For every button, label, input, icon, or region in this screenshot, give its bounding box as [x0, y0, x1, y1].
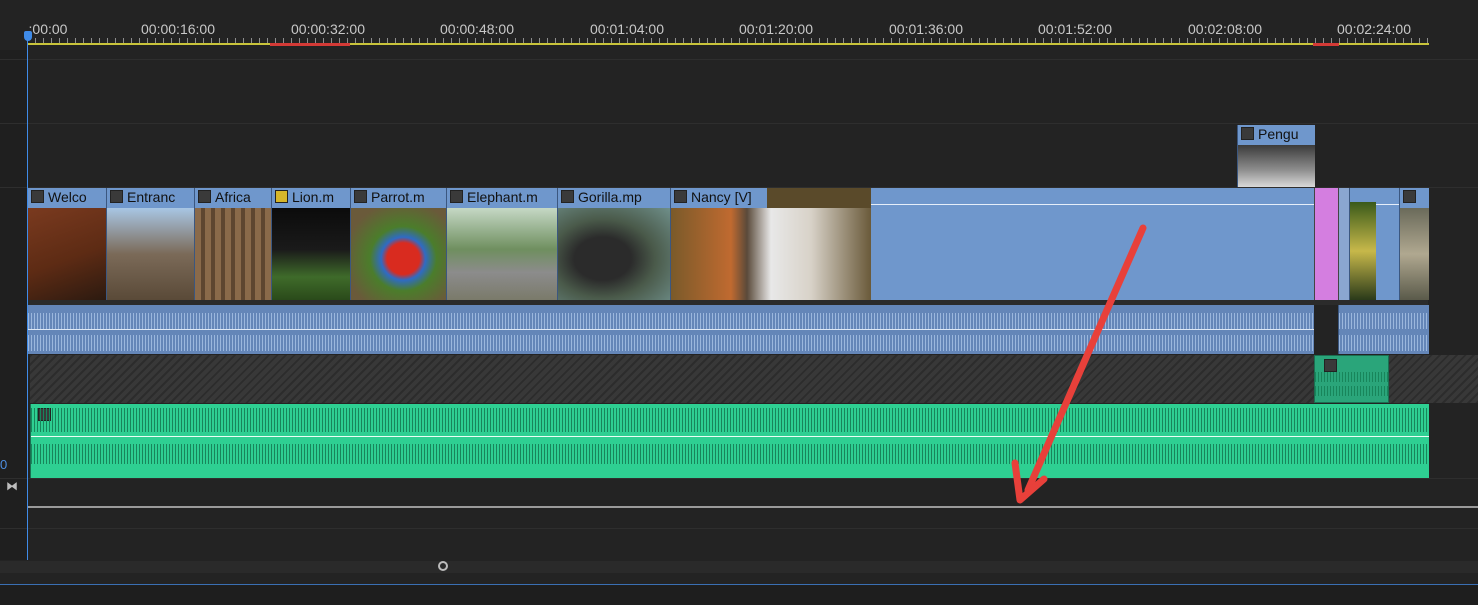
audio-waveform	[28, 335, 1314, 351]
clip-thumbnail	[107, 208, 194, 300]
render-bar-red	[1313, 43, 1339, 46]
scrollbar-handle[interactable]	[438, 561, 448, 571]
time-ruler[interactable]: :00:00 00:00:16:00 00:00:32:00 00:00:48:…	[0, 0, 1478, 50]
fx-icon	[1241, 127, 1254, 140]
timeline-clip-transition[interactable]	[1314, 188, 1338, 300]
timeline-clip-parrot[interactable]: Parrot.m	[350, 188, 446, 300]
clip-label: Gorilla.mp	[578, 189, 642, 205]
fx-icon	[275, 190, 288, 203]
clip-label: Lion.m	[292, 189, 335, 205]
timeline-clip-elephant[interactable]: Elephant.m	[446, 188, 557, 300]
ruler-label: 00:00:16:00	[141, 21, 215, 37]
audio-waveform	[31, 444, 1429, 464]
track-divider	[0, 478, 1478, 479]
bottom-panel-bar	[0, 584, 1478, 605]
timeline-clip-gorilla[interactable]: Gorilla.mp	[557, 188, 670, 300]
fx-icon	[110, 190, 123, 203]
clip-thumbnail	[351, 208, 446, 300]
ruler-label: 00:00:48:00	[440, 21, 514, 37]
clip-label: Nancy [V]	[691, 189, 752, 205]
ruler-label: 00:01:52:00	[1038, 21, 1112, 37]
timeline-clip-nancy[interactable]: Nancy [V]	[670, 188, 871, 300]
timeline-clip-foliage[interactable]	[1349, 188, 1376, 300]
clip-label: Welco	[48, 189, 87, 205]
fx-icon	[450, 190, 463, 203]
track-header-gutter	[0, 0, 27, 560]
volume-line	[28, 329, 1314, 330]
ruler-label: :00:00	[28, 21, 68, 37]
clip-label: Parrot.m	[371, 189, 425, 205]
ruler-label: 00:00:32:00	[291, 21, 365, 37]
audio-waveform	[28, 313, 1314, 329]
ruler-label: 00:01:04:00	[590, 21, 664, 37]
fx-icon	[1324, 359, 1337, 372]
track-divider	[0, 123, 1478, 124]
fx-icon	[31, 190, 44, 203]
clip-thumbnail	[558, 208, 670, 300]
ruler-label: 00:01:36:00	[889, 21, 963, 37]
clip-label: Entranc	[127, 189, 176, 205]
ruler-label: 00:02:08:00	[1188, 21, 1262, 37]
track-divider	[0, 59, 1478, 60]
volume-line	[31, 436, 1429, 437]
audio-waveform	[1339, 313, 1429, 329]
audio-clip-short[interactable]	[1314, 355, 1389, 403]
render-bar	[27, 43, 1429, 45]
render-bar-red	[270, 43, 350, 46]
timeline-clip-penguin[interactable]: Pengu	[1237, 125, 1315, 187]
music-track-clip[interactable]	[30, 404, 1429, 478]
track-divider	[0, 528, 1478, 529]
clip-thumbnail	[195, 208, 271, 300]
audio-waveform	[1315, 386, 1388, 396]
clip-label: Elephant.m	[467, 189, 538, 205]
audio-waveform	[1339, 335, 1429, 351]
empty-track-line	[27, 506, 1478, 508]
timeline-clip-africa[interactable]: Africa	[194, 188, 271, 300]
horizontal-scrollbar[interactable]	[0, 561, 1478, 573]
audio-waveform	[1315, 372, 1388, 382]
track-number: 0	[0, 457, 8, 472]
empty-track-area	[30, 355, 1478, 403]
timeline-clip-lion[interactable]: Lion.m	[271, 188, 350, 300]
clip-label: Africa	[215, 189, 251, 205]
clip-thumbnail	[447, 208, 557, 300]
fx-icon	[674, 190, 687, 203]
clip-thumbnail	[1400, 208, 1429, 300]
clip-thumbnail	[272, 208, 350, 300]
timeline-clip-entrance[interactable]: Entranc	[106, 188, 194, 300]
timeline-clip-end[interactable]	[1399, 188, 1429, 300]
clip-label: Pengu	[1258, 126, 1299, 142]
ruler-label: 00:01:20:00	[739, 21, 813, 37]
sync-lock-icon[interactable]: ⧓	[6, 479, 18, 493]
audio-clip-end[interactable]	[1338, 305, 1429, 354]
timeline-clip-welcome[interactable]: Welco	[27, 188, 106, 300]
clip-thumbnail	[671, 208, 871, 300]
clip-thumbnail	[1350, 202, 1376, 300]
fx-icon	[354, 190, 367, 203]
clip-thumbnail-top	[767, 188, 871, 208]
playhead-line	[27, 36, 28, 560]
ruler-label: 00:02:24:00	[1337, 21, 1411, 37]
fx-icon	[1403, 190, 1416, 203]
clip-thumbnail	[28, 208, 106, 300]
audio-track-a1[interactable]	[27, 305, 1314, 354]
audio-waveform	[31, 408, 1429, 432]
playhead-handle[interactable]	[24, 31, 32, 41]
fx-icon	[561, 190, 574, 203]
timeline-clip-short[interactable]	[1338, 188, 1349, 300]
fx-icon	[198, 190, 211, 203]
clip-thumbnail	[1238, 145, 1315, 187]
